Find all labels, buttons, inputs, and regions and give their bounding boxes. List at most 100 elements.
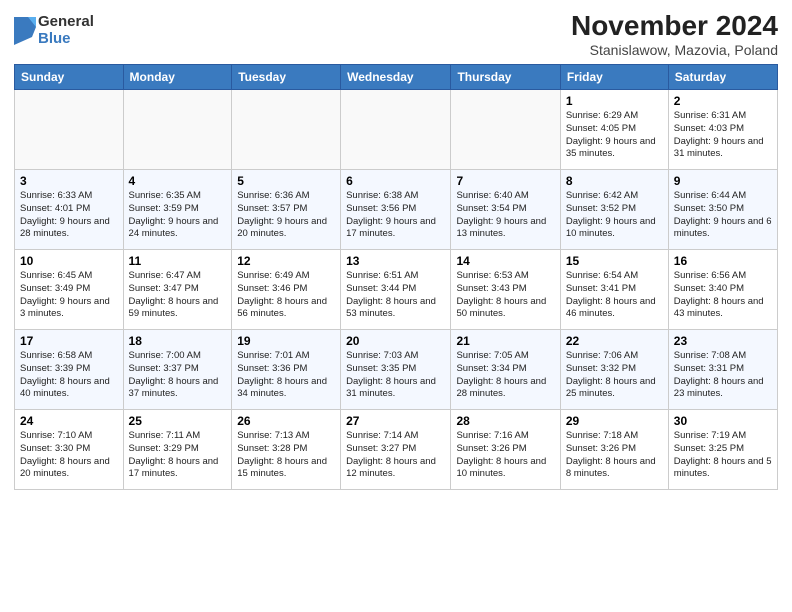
day-info: Sunrise: 6:33 AM Sunset: 4:01 PM Dayligh… (20, 190, 118, 241)
day-info: Sunrise: 7:14 AM Sunset: 3:27 PM Dayligh… (346, 430, 445, 481)
calendar-cell: 1Sunrise: 6:29 AM Sunset: 4:05 PM Daylig… (560, 90, 668, 170)
title-block: November 2024 Stanislawow, Mazovia, Pola… (571, 10, 778, 58)
day-info: Sunrise: 7:05 AM Sunset: 3:34 PM Dayligh… (456, 350, 554, 401)
day-number: 1 (566, 94, 663, 108)
day-number: 11 (129, 254, 227, 268)
logo-text: General Blue (38, 14, 94, 47)
calendar-cell: 10 Sunrise: 6:45 AM Sunset: 3:49 PM Dayli… (15, 250, 124, 330)
calendar-cell: 4Sunrise: 6:35 AM Sunset: 3:59 PM Daylig… (123, 170, 232, 250)
calendar-cell: 11 Sunrise: 6:47 AM Sunset: 3:47 PM Dayli… (123, 250, 232, 330)
calendar-cell: 3 Sunrise: 6:33 AM Sunset: 4:01 PM Daylig… (15, 170, 124, 250)
day-info: Sunrise: 6:56 AM Sunset: 3:40 PM Dayligh… (674, 270, 772, 321)
calendar-cell: 24 Sunrise: 7:10 AM Sunset: 3:30 PM Dayli… (15, 410, 124, 490)
page: General Blue November 2024 Stanislawow, … (0, 0, 792, 612)
day-number: 22 (566, 334, 663, 348)
calendar-cell: 13 Sunrise: 6:51 AM Sunset: 3:44 PM Dayli… (341, 250, 451, 330)
calendar-cell: 16 Sunrise: 6:56 AM Sunset: 3:40 PM Dayli… (668, 250, 777, 330)
day-info: Sunrise: 7:01 AM Sunset: 3:36 PM Dayligh… (237, 350, 335, 401)
day-number: 20 (346, 334, 445, 348)
calendar-cell: 30 Sunrise: 7:19 AM Sunset: 3:25 PM Dayli… (668, 410, 777, 490)
calendar-cell: 5 Sunrise: 6:36 AM Sunset: 3:57 PM Daylig… (232, 170, 341, 250)
day-info: Sunrise: 6:40 AM Sunset: 3:54 PM Dayligh… (456, 190, 554, 241)
calendar-cell: 23 Sunrise: 7:08 AM Sunset: 3:31 PM Dayli… (668, 330, 777, 410)
day-info: Sunrise: 7:06 AM Sunset: 3:32 PM Dayligh… (566, 350, 663, 401)
day-info: Sunrise: 6:31 AM Sunset: 4:03 PM Dayligh… (674, 110, 772, 161)
calendar-cell: 7Sunrise: 6:40 AM Sunset: 3:54 PM Daylig… (451, 170, 560, 250)
calendar-cell: 8 Sunrise: 6:42 AM Sunset: 3:52 PM Daylig… (560, 170, 668, 250)
day-info: Sunrise: 6:58 AM Sunset: 3:39 PM Dayligh… (20, 350, 118, 401)
calendar-cell: 15Sunrise: 6:54 AM Sunset: 3:41 PM Dayli… (560, 250, 668, 330)
calendar-cell: 18 Sunrise: 7:00 AM Sunset: 3:37 PM Dayli… (123, 330, 232, 410)
day-number: 30 (674, 414, 772, 428)
calendar-cell: 14Sunrise: 6:53 AM Sunset: 3:43 PM Dayli… (451, 250, 560, 330)
day-info: Sunrise: 6:38 AM Sunset: 3:56 PM Dayligh… (346, 190, 445, 241)
day-number: 28 (456, 414, 554, 428)
weekday-header-row: SundayMondayTuesdayWednesdayThursdayFrid… (15, 65, 778, 90)
day-info: Sunrise: 7:00 AM Sunset: 3:37 PM Dayligh… (129, 350, 227, 401)
calendar-cell: 21 Sunrise: 7:05 AM Sunset: 3:34 PM Dayli… (451, 330, 560, 410)
weekday-monday: Monday (123, 65, 232, 90)
day-number: 19 (237, 334, 335, 348)
calendar-cell: 6Sunrise: 6:38 AM Sunset: 3:56 PM Daylig… (341, 170, 451, 250)
day-number: 23 (674, 334, 772, 348)
logo-general: General (38, 14, 94, 31)
calendar-table: SundayMondayTuesdayWednesdayThursdayFrid… (14, 64, 778, 490)
day-number: 15 (566, 254, 663, 268)
day-number: 8 (566, 174, 663, 188)
calendar-cell: 2 Sunrise: 6:31 AM Sunset: 4:03 PM Daylig… (668, 90, 777, 170)
day-number: 21 (456, 334, 554, 348)
day-info: Sunrise: 6:44 AM Sunset: 3:50 PM Dayligh… (674, 190, 772, 241)
day-info: Sunrise: 6:49 AM Sunset: 3:46 PM Dayligh… (237, 270, 335, 321)
day-info: Sunrise: 7:19 AM Sunset: 3:25 PM Dayligh… (674, 430, 772, 481)
day-number: 3 (20, 174, 118, 188)
calendar-cell: 12Sunrise: 6:49 AM Sunset: 3:46 PM Dayli… (232, 250, 341, 330)
calendar-cell (123, 90, 232, 170)
calendar-cell: 20 Sunrise: 7:03 AM Sunset: 3:35 PM Dayli… (341, 330, 451, 410)
subtitle: Stanislawow, Mazovia, Poland (571, 42, 778, 58)
weekday-sunday: Sunday (15, 65, 124, 90)
calendar-cell: 22 Sunrise: 7:06 AM Sunset: 3:32 PM Dayli… (560, 330, 668, 410)
calendar-cell: 29Sunrise: 7:18 AM Sunset: 3:26 PM Dayli… (560, 410, 668, 490)
day-info: Sunrise: 7:08 AM Sunset: 3:31 PM Dayligh… (674, 350, 772, 401)
day-info: Sunrise: 6:47 AM Sunset: 3:47 PM Dayligh… (129, 270, 227, 321)
day-info: Sunrise: 7:16 AM Sunset: 3:26 PM Dayligh… (456, 430, 554, 481)
day-number: 10 (20, 254, 118, 268)
day-number: 17 (20, 334, 118, 348)
logo: General Blue (14, 14, 94, 47)
calendar-week-1: 1Sunrise: 6:29 AM Sunset: 4:05 PM Daylig… (15, 90, 778, 170)
day-number: 13 (346, 254, 445, 268)
weekday-friday: Friday (560, 65, 668, 90)
day-info: Sunrise: 7:13 AM Sunset: 3:28 PM Dayligh… (237, 430, 335, 481)
calendar-cell (232, 90, 341, 170)
day-info: Sunrise: 6:45 AM Sunset: 3:49 PM Dayligh… (20, 270, 118, 321)
day-info: Sunrise: 7:18 AM Sunset: 3:26 PM Dayligh… (566, 430, 663, 481)
day-number: 26 (237, 414, 335, 428)
calendar-cell: 28 Sunrise: 7:16 AM Sunset: 3:26 PM Dayli… (451, 410, 560, 490)
calendar-cell (341, 90, 451, 170)
day-number: 5 (237, 174, 335, 188)
day-info: Sunrise: 6:36 AM Sunset: 3:57 PM Dayligh… (237, 190, 335, 241)
weekday-wednesday: Wednesday (341, 65, 451, 90)
calendar-cell: 17 Sunrise: 6:58 AM Sunset: 3:39 PM Dayli… (15, 330, 124, 410)
day-number: 2 (674, 94, 772, 108)
header: General Blue November 2024 Stanislawow, … (14, 10, 778, 58)
day-info: Sunrise: 7:10 AM Sunset: 3:30 PM Dayligh… (20, 430, 118, 481)
day-info: Sunrise: 6:51 AM Sunset: 3:44 PM Dayligh… (346, 270, 445, 321)
calendar-cell: 26 Sunrise: 7:13 AM Sunset: 3:28 PM Dayli… (232, 410, 341, 490)
day-info: Sunrise: 7:03 AM Sunset: 3:35 PM Dayligh… (346, 350, 445, 401)
logo-icon (14, 17, 36, 45)
day-number: 16 (674, 254, 772, 268)
day-number: 4 (129, 174, 227, 188)
day-number: 24 (20, 414, 118, 428)
day-number: 9 (674, 174, 772, 188)
logo-blue: Blue (38, 31, 94, 48)
month-title: November 2024 (571, 10, 778, 42)
calendar-cell (451, 90, 560, 170)
calendar-cell: 25Sunrise: 7:11 AM Sunset: 3:29 PM Dayli… (123, 410, 232, 490)
day-info: Sunrise: 7:11 AM Sunset: 3:29 PM Dayligh… (129, 430, 227, 481)
day-info: Sunrise: 6:42 AM Sunset: 3:52 PM Dayligh… (566, 190, 663, 241)
calendar-week-5: 24 Sunrise: 7:10 AM Sunset: 3:30 PM Dayli… (15, 410, 778, 490)
weekday-thursday: Thursday (451, 65, 560, 90)
day-number: 27 (346, 414, 445, 428)
day-number: 18 (129, 334, 227, 348)
